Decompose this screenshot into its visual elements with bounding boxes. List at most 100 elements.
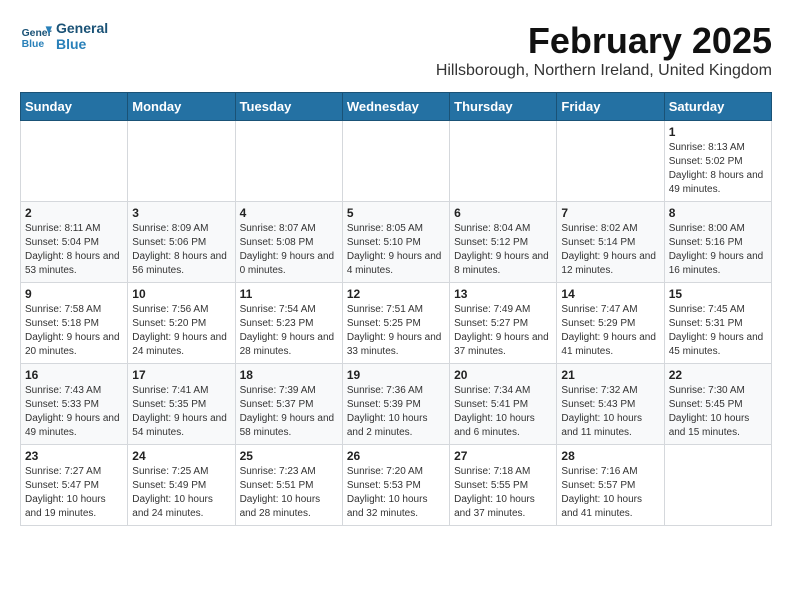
day-info: Sunrise: 7:47 AM Sunset: 5:29 PM Dayligh… xyxy=(561,303,659,359)
calendar-day-cell: 15 Sunrise: 7:45 AM Sunset: 5:31 PM Dayli… xyxy=(664,283,771,364)
calendar-day-cell xyxy=(128,121,235,202)
day-info: Sunrise: 7:49 AM Sunset: 5:27 PM Dayligh… xyxy=(454,303,552,359)
day-number: 26 xyxy=(347,449,445,463)
logo-line2: Blue xyxy=(56,36,108,52)
calendar-week-row: 9 Sunrise: 7:58 AM Sunset: 5:18 PM Daylig… xyxy=(21,283,772,364)
calendar-day-cell: 24 Sunrise: 7:25 AM Sunset: 5:49 PM Dayli… xyxy=(128,445,235,526)
calendar-day-cell: 1Sunrise: 8:13 AM Sunset: 5:02 PM Daylig… xyxy=(664,121,771,202)
day-number: 24 xyxy=(132,449,230,463)
weekday-header-cell: Monday xyxy=(128,93,235,121)
calendar-day-cell: 4 Sunrise: 8:07 AM Sunset: 5:08 PM Daylig… xyxy=(235,202,342,283)
general-blue-logo-icon: General Blue xyxy=(20,20,52,52)
day-info: Sunrise: 8:07 AM Sunset: 5:08 PM Dayligh… xyxy=(240,222,338,278)
day-info: Sunrise: 7:58 AM Sunset: 5:18 PM Dayligh… xyxy=(25,303,123,359)
calendar-day-cell: 13 Sunrise: 7:49 AM Sunset: 5:27 PM Dayli… xyxy=(450,283,557,364)
logo-line1: General xyxy=(56,20,108,36)
svg-text:Blue: Blue xyxy=(22,39,45,50)
day-info: Sunrise: 8:02 AM Sunset: 5:14 PM Dayligh… xyxy=(561,222,659,278)
calendar-week-row: 2Sunrise: 8:11 AM Sunset: 5:04 PM Daylig… xyxy=(21,202,772,283)
day-info: Sunrise: 7:43 AM Sunset: 5:33 PM Dayligh… xyxy=(25,384,123,440)
day-number: 22 xyxy=(669,368,767,382)
calendar-day-cell: 3 Sunrise: 8:09 AM Sunset: 5:06 PM Daylig… xyxy=(128,202,235,283)
calendar-title: February 2025 xyxy=(436,20,772,62)
day-info: Sunrise: 7:39 AM Sunset: 5:37 PM Dayligh… xyxy=(240,384,338,440)
day-number: 19 xyxy=(347,368,445,382)
weekday-header-cell: Thursday xyxy=(450,93,557,121)
calendar-day-cell: 8 Sunrise: 8:00 AM Sunset: 5:16 PM Daylig… xyxy=(664,202,771,283)
calendar-day-cell: 26 Sunrise: 7:20 AM Sunset: 5:53 PM Dayli… xyxy=(342,445,449,526)
day-info: Sunrise: 7:20 AM Sunset: 5:53 PM Dayligh… xyxy=(347,465,445,521)
calendar-day-cell: 18 Sunrise: 7:39 AM Sunset: 5:37 PM Dayli… xyxy=(235,364,342,445)
calendar-day-cell: 2Sunrise: 8:11 AM Sunset: 5:04 PM Daylig… xyxy=(21,202,128,283)
day-info: Sunrise: 7:36 AM Sunset: 5:39 PM Dayligh… xyxy=(347,384,445,440)
day-info: Sunrise: 7:41 AM Sunset: 5:35 PM Dayligh… xyxy=(132,384,230,440)
day-info: Sunrise: 8:04 AM Sunset: 5:12 PM Dayligh… xyxy=(454,222,552,278)
day-number: 1 xyxy=(669,125,767,139)
day-info: Sunrise: 7:45 AM Sunset: 5:31 PM Dayligh… xyxy=(669,303,767,359)
day-info: Sunrise: 8:09 AM Sunset: 5:06 PM Dayligh… xyxy=(132,222,230,278)
calendar-day-cell: 27 Sunrise: 7:18 AM Sunset: 5:55 PM Dayli… xyxy=(450,445,557,526)
calendar-day-cell: 28 Sunrise: 7:16 AM Sunset: 5:57 PM Dayli… xyxy=(557,445,664,526)
day-number: 10 xyxy=(132,287,230,301)
day-number: 4 xyxy=(240,206,338,220)
day-number: 11 xyxy=(240,287,338,301)
day-number: 20 xyxy=(454,368,552,382)
day-info: Sunrise: 7:51 AM Sunset: 5:25 PM Dayligh… xyxy=(347,303,445,359)
day-info: Sunrise: 7:25 AM Sunset: 5:49 PM Dayligh… xyxy=(132,465,230,521)
day-number: 3 xyxy=(132,206,230,220)
calendar-week-row: 23Sunrise: 7:27 AM Sunset: 5:47 PM Dayli… xyxy=(21,445,772,526)
day-number: 25 xyxy=(240,449,338,463)
day-number: 15 xyxy=(669,287,767,301)
day-info: Sunrise: 7:54 AM Sunset: 5:23 PM Dayligh… xyxy=(240,303,338,359)
calendar-subtitle: Hillsborough, Northern Ireland, United K… xyxy=(436,62,772,80)
day-info: Sunrise: 7:16 AM Sunset: 5:57 PM Dayligh… xyxy=(561,465,659,521)
weekday-header-cell: Saturday xyxy=(664,93,771,121)
day-number: 7 xyxy=(561,206,659,220)
calendar-title-section: February 2025 Hillsborough, Northern Ire… xyxy=(436,20,772,80)
calendar-day-cell: 14 Sunrise: 7:47 AM Sunset: 5:29 PM Dayli… xyxy=(557,283,664,364)
calendar-day-cell: 25 Sunrise: 7:23 AM Sunset: 5:51 PM Dayli… xyxy=(235,445,342,526)
logo: General Blue General Blue xyxy=(20,20,108,52)
day-number: 17 xyxy=(132,368,230,382)
calendar-day-cell xyxy=(450,121,557,202)
day-info: Sunrise: 7:34 AM Sunset: 5:41 PM Dayligh… xyxy=(454,384,552,440)
day-number: 18 xyxy=(240,368,338,382)
day-info: Sunrise: 7:56 AM Sunset: 5:20 PM Dayligh… xyxy=(132,303,230,359)
calendar-day-cell xyxy=(21,121,128,202)
day-number: 14 xyxy=(561,287,659,301)
day-number: 9 xyxy=(25,287,123,301)
day-number: 28 xyxy=(561,449,659,463)
day-info: Sunrise: 7:18 AM Sunset: 5:55 PM Dayligh… xyxy=(454,465,552,521)
weekday-header-row: SundayMondayTuesdayWednesdayThursdayFrid… xyxy=(21,93,772,121)
day-number: 13 xyxy=(454,287,552,301)
day-info: Sunrise: 8:00 AM Sunset: 5:16 PM Dayligh… xyxy=(669,222,767,278)
calendar-day-cell: 20 Sunrise: 7:34 AM Sunset: 5:41 PM Dayli… xyxy=(450,364,557,445)
day-info: Sunrise: 7:32 AM Sunset: 5:43 PM Dayligh… xyxy=(561,384,659,440)
calendar-day-cell xyxy=(664,445,771,526)
calendar-week-row: 16 Sunrise: 7:43 AM Sunset: 5:33 PM Dayli… xyxy=(21,364,772,445)
weekday-header-cell: Tuesday xyxy=(235,93,342,121)
calendar-day-cell: 22Sunrise: 7:30 AM Sunset: 5:45 PM Dayli… xyxy=(664,364,771,445)
calendar-day-cell: 21 Sunrise: 7:32 AM Sunset: 5:43 PM Dayli… xyxy=(557,364,664,445)
day-info: Sunrise: 7:27 AM Sunset: 5:47 PM Dayligh… xyxy=(25,465,123,521)
day-number: 21 xyxy=(561,368,659,382)
day-number: 8 xyxy=(669,206,767,220)
calendar-day-cell: 5 Sunrise: 8:05 AM Sunset: 5:10 PM Daylig… xyxy=(342,202,449,283)
calendar-day-cell: 7 Sunrise: 8:02 AM Sunset: 5:14 PM Daylig… xyxy=(557,202,664,283)
day-number: 5 xyxy=(347,206,445,220)
weekday-header-cell: Friday xyxy=(557,93,664,121)
calendar-table: SundayMondayTuesdayWednesdayThursdayFrid… xyxy=(20,92,772,526)
calendar-day-cell: 16 Sunrise: 7:43 AM Sunset: 5:33 PM Dayli… xyxy=(21,364,128,445)
calendar-day-cell: 19 Sunrise: 7:36 AM Sunset: 5:39 PM Dayli… xyxy=(342,364,449,445)
calendar-body: 1Sunrise: 8:13 AM Sunset: 5:02 PM Daylig… xyxy=(21,121,772,526)
calendar-day-cell: 12Sunrise: 7:51 AM Sunset: 5:25 PM Dayli… xyxy=(342,283,449,364)
day-number: 2 xyxy=(25,206,123,220)
day-info: Sunrise: 7:23 AM Sunset: 5:51 PM Dayligh… xyxy=(240,465,338,521)
calendar-day-cell xyxy=(342,121,449,202)
day-number: 27 xyxy=(454,449,552,463)
calendar-day-cell: 11 Sunrise: 7:54 AM Sunset: 5:23 PM Dayli… xyxy=(235,283,342,364)
calendar-day-cell xyxy=(557,121,664,202)
calendar-day-cell: 23Sunrise: 7:27 AM Sunset: 5:47 PM Dayli… xyxy=(21,445,128,526)
day-info: Sunrise: 8:05 AM Sunset: 5:10 PM Dayligh… xyxy=(347,222,445,278)
day-number: 16 xyxy=(25,368,123,382)
